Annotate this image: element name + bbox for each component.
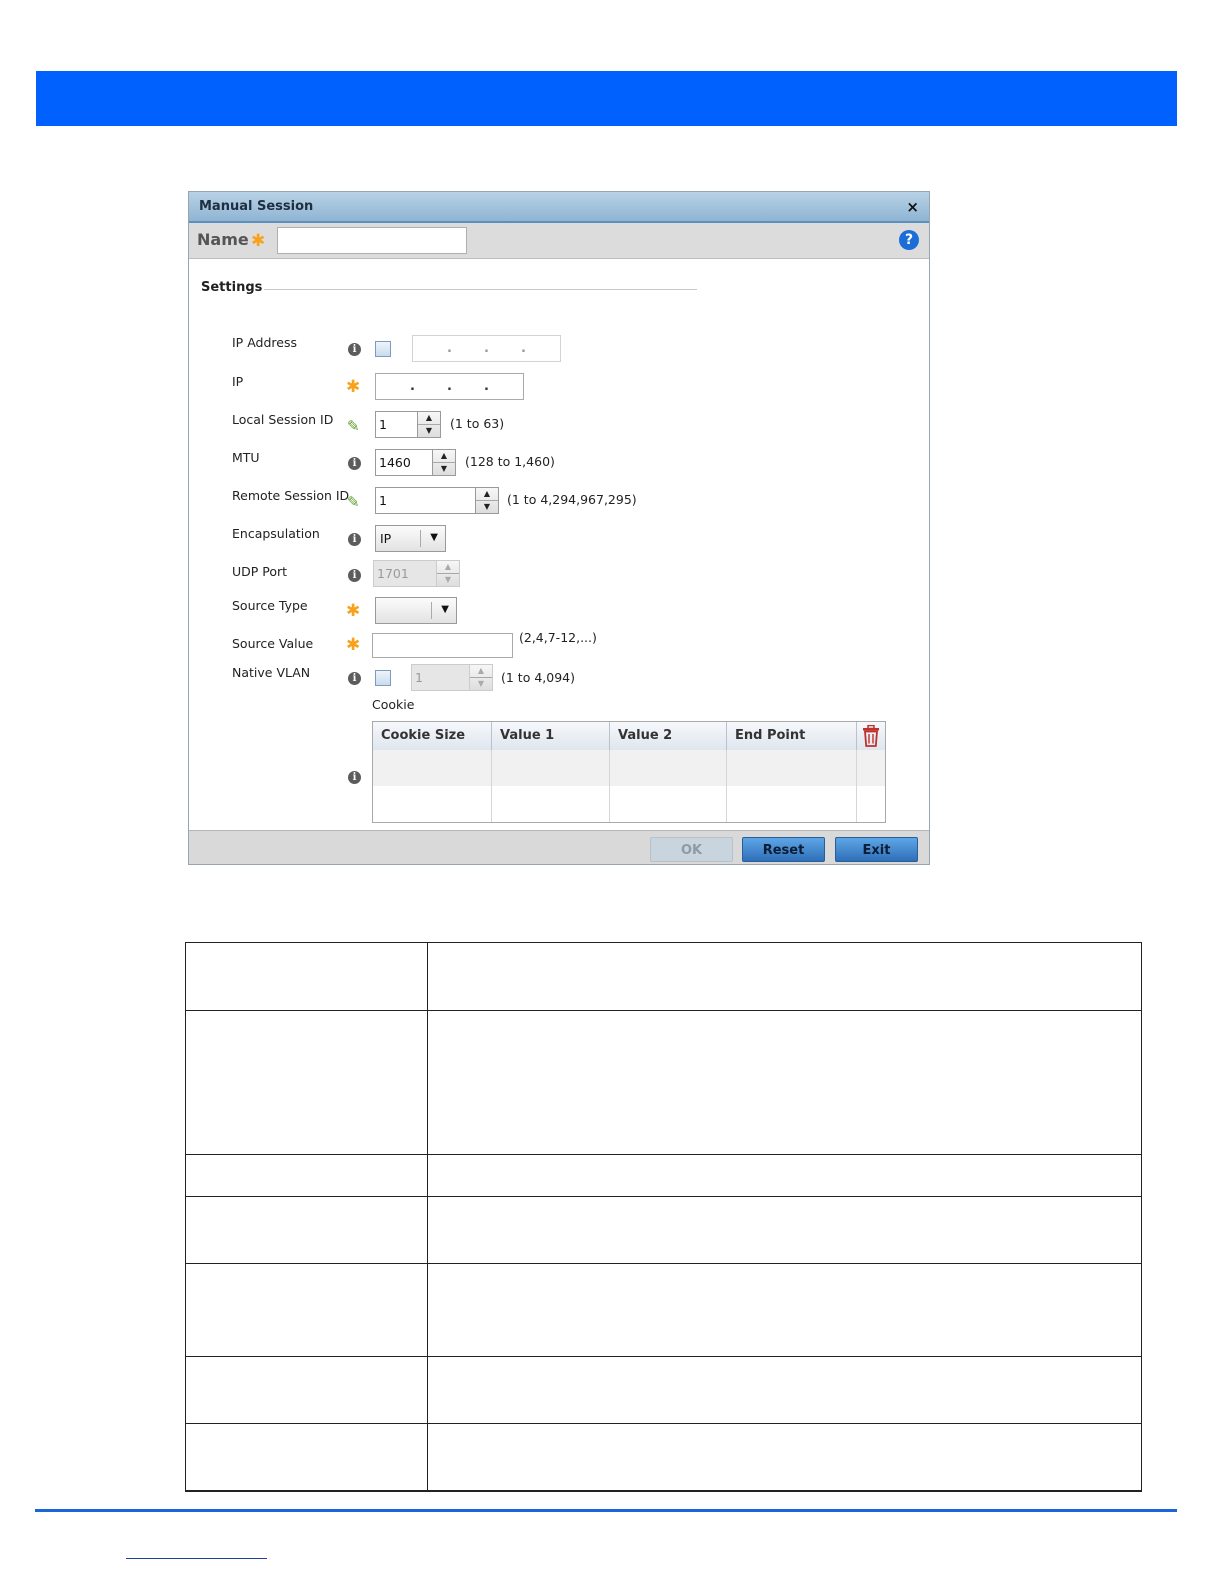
stepper-up-icon[interactable]: ▲: [418, 412, 440, 425]
cookie-table: Cookie Size Value 1 Value 2 End Point: [372, 721, 886, 823]
column-divider: [427, 943, 428, 1491]
udp-port-stepper: 1701 ▲ ▼: [373, 560, 460, 587]
stepper-down-icon: ▼: [477, 679, 485, 688]
dialog-title: Manual Session: [199, 199, 314, 214]
cookie-table-header: Cookie Size Value 1 Value 2 End Point: [373, 722, 885, 751]
table-row: [186, 1424, 1141, 1491]
settings-section-label: Settings: [201, 280, 263, 295]
local-session-id-value: 1: [379, 417, 387, 432]
pencil-override-icon[interactable]: ✎: [347, 418, 360, 434]
chevron-down-icon[interactable]: ▼: [441, 604, 449, 615]
source-value-label: Source Value: [232, 636, 314, 651]
stepper-buttons: ▲ ▼: [436, 561, 459, 586]
source-value-input[interactable]: [372, 633, 513, 658]
info-icon[interactable]: i: [348, 672, 361, 685]
column-header-end-point[interactable]: End Point: [727, 722, 857, 750]
table-row: [186, 1357, 1141, 1424]
description-table: [185, 942, 1142, 1492]
table-row: [186, 1155, 1141, 1197]
mtu-stepper[interactable]: 1460 ▲ ▼: [375, 449, 456, 476]
encapsulation-label: Encapsulation: [232, 526, 320, 541]
table-row: [186, 943, 1141, 1011]
cookie-label: Cookie: [372, 697, 415, 712]
table-row: [186, 1264, 1141, 1357]
name-label: Name: [197, 230, 249, 249]
stepper-up-icon: ▲: [437, 561, 459, 574]
local-session-id-label: Local Session ID: [232, 412, 334, 427]
info-icon[interactable]: i: [348, 457, 361, 470]
mandatory-asterisk-icon: ✱: [346, 377, 361, 397]
page-footer-rule: [35, 1509, 1177, 1512]
dialog-titlebar: Manual Session ×: [189, 192, 929, 223]
source-type-label: Source Type: [232, 598, 308, 613]
close-icon[interactable]: ×: [906, 198, 919, 216]
manual-session-dialog: Manual Session × Name ✱ ? Settings IP Ad…: [188, 191, 930, 865]
stepper-buttons[interactable]: ▲ ▼: [475, 488, 498, 513]
stepper-down-icon[interactable]: ▼: [476, 501, 498, 513]
chevron-down-icon[interactable]: ▼: [430, 532, 438, 543]
mtu-value: 1460: [379, 455, 411, 470]
settings-divider: [264, 289, 697, 290]
stepper-up-icon[interactable]: ▲: [476, 488, 498, 501]
footer-link-underline[interactable]: [126, 1558, 267, 1559]
exit-button[interactable]: Exit: [835, 837, 918, 862]
column-header-value-1[interactable]: Value 1: [492, 722, 610, 750]
table-row[interactable]: [373, 786, 885, 822]
stepper-down-icon[interactable]: ▼: [433, 463, 455, 475]
native-vlan-stepper: 1 ▲ ▼: [411, 664, 493, 691]
mtu-hint: (128 to 1,460): [465, 454, 555, 469]
mtu-label: MTU: [232, 450, 260, 465]
stepper-up-icon[interactable]: ▲: [433, 450, 455, 463]
remote-session-id-label: Remote Session ID: [232, 488, 350, 503]
info-icon[interactable]: i: [348, 533, 361, 546]
name-bar: Name ✱ ?: [189, 223, 929, 259]
info-icon[interactable]: i: [348, 569, 361, 582]
table-row[interactable]: [373, 750, 885, 786]
udp-port-label: UDP Port: [232, 564, 288, 579]
ip-input[interactable]: ...: [375, 373, 524, 400]
ip-address-checkbox[interactable]: [375, 341, 391, 357]
column-header-value-2[interactable]: Value 2: [610, 722, 727, 750]
ip-address-input[interactable]: ...: [412, 335, 561, 362]
table-row: [186, 1197, 1141, 1264]
encapsulation-select[interactable]: IP ▼: [375, 525, 446, 552]
stepper-down-icon: ▼: [444, 575, 452, 584]
trash-icon[interactable]: [862, 725, 880, 747]
native-vlan-checkbox[interactable]: [375, 670, 391, 686]
ok-button[interactable]: OK: [650, 837, 733, 862]
native-vlan-label: Native VLAN: [232, 665, 311, 680]
name-input[interactable]: [277, 227, 467, 254]
stepper-buttons[interactable]: ▲ ▼: [432, 450, 455, 475]
remote-session-id-value: 1: [379, 493, 387, 508]
help-icon[interactable]: ?: [899, 230, 919, 250]
udp-port-value: 1701: [377, 566, 409, 581]
info-icon[interactable]: i: [348, 343, 361, 356]
source-value-hint: (2,4,7-12,...): [519, 630, 597, 645]
mandatory-asterisk-icon: ✱: [346, 601, 361, 621]
stepper-up-icon: ▲: [470, 665, 492, 678]
native-vlan-hint: (1 to 4,094): [501, 670, 575, 685]
page-header-bar: [36, 71, 1177, 126]
pencil-override-icon[interactable]: ✎: [347, 494, 360, 510]
stepper-buttons[interactable]: ▲ ▼: [417, 412, 440, 437]
info-icon[interactable]: i: [348, 771, 361, 784]
remote-session-id-hint: (1 to 4,294,967,295): [507, 492, 637, 507]
source-type-select[interactable]: ▼: [375, 597, 457, 624]
stepper-down-icon[interactable]: ▼: [418, 425, 440, 437]
ip-address-label: IP Address: [232, 335, 297, 350]
remote-session-id-stepper[interactable]: 1 ▲ ▼: [375, 487, 499, 514]
column-header-cookie-size[interactable]: Cookie Size: [373, 722, 492, 750]
table-row: [186, 1011, 1141, 1155]
mandatory-asterisk-icon: ✱: [346, 635, 361, 655]
stepper-buttons: ▲ ▼: [469, 665, 492, 690]
ip-label: IP: [232, 374, 244, 389]
local-session-id-hint: (1 to 63): [450, 416, 505, 431]
reset-button[interactable]: Reset: [742, 837, 825, 862]
local-session-id-stepper[interactable]: 1 ▲ ▼: [375, 411, 441, 438]
dialog-footer: OK Reset Exit: [189, 830, 929, 864]
native-vlan-value: 1: [415, 670, 423, 685]
encapsulation-value: IP: [380, 531, 392, 546]
mandatory-asterisk-icon: ✱: [251, 231, 266, 251]
